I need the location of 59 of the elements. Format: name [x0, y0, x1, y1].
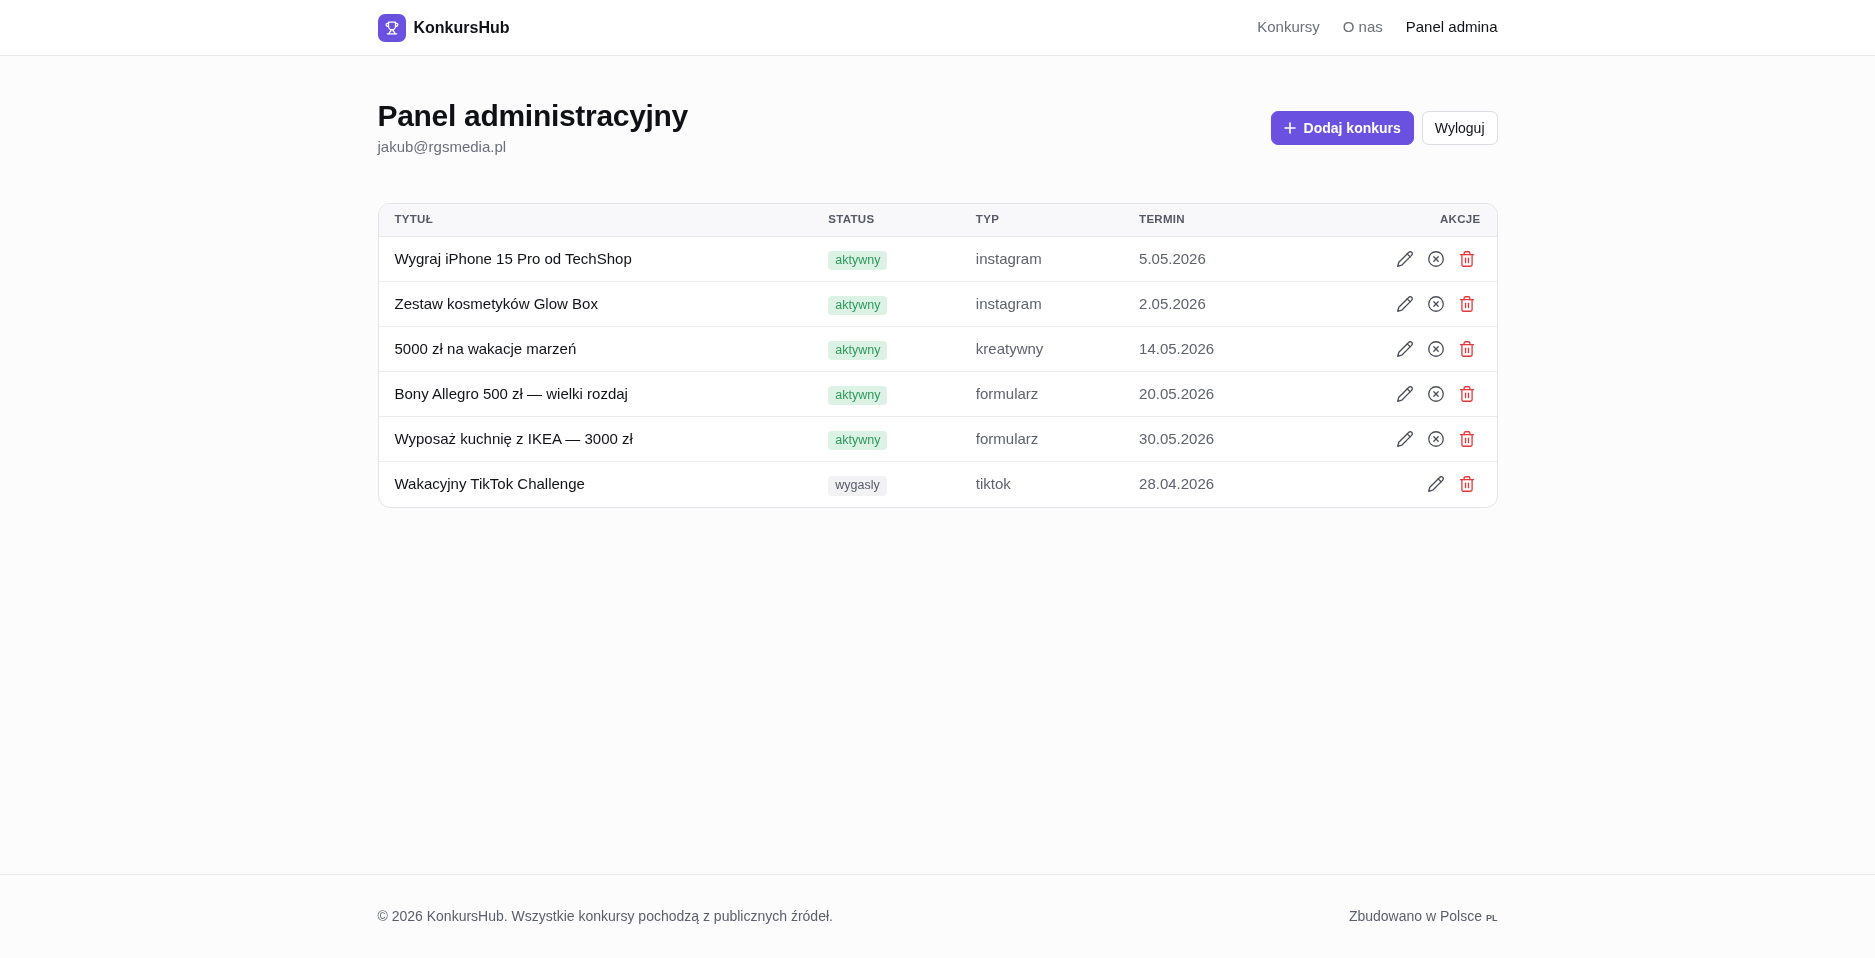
logout-button[interactable]: Wyloguj: [1421, 111, 1498, 145]
page-title: Panel administracyjny: [377, 98, 688, 134]
user-email: jakub@rgsmedia.pl: [377, 137, 508, 157]
contest-type: formularz: [959, 371, 1124, 417]
column-header: AKCJE: [1301, 203, 1497, 237]
pencil-icon[interactable]: [1396, 386, 1413, 402]
contest-type: kreatywny: [959, 326, 1124, 372]
deadline-date: 28.04.2026: [1123, 461, 1302, 507]
status-badge: aktywny: [828, 250, 888, 271]
plus-icon: [1283, 122, 1296, 134]
deadline-date: 5.05.2026: [1123, 236, 1302, 282]
pencil-icon[interactable]: [1396, 431, 1413, 447]
nav-link[interactable]: O nas: [1342, 16, 1383, 39]
trash-icon[interactable]: [1458, 296, 1475, 312]
brand-name[interactable]: KonkursHub: [413, 15, 510, 40]
contest-type: tiktok: [959, 461, 1124, 507]
built-in-text: Zbudowano w Polsce: [1348, 907, 1482, 926]
close-icon[interactable]: [1427, 251, 1444, 267]
country-code: PL: [1486, 912, 1498, 925]
trophy-icon: [377, 13, 406, 42]
nav-link[interactable]: Konkursy: [1257, 16, 1320, 39]
contest-title: Wyposaż kuchnię z IKEA — 3000 zł: [378, 416, 813, 462]
trash-icon[interactable]: [1458, 251, 1475, 267]
trash-icon[interactable]: [1458, 341, 1475, 357]
copyright-text: © 2026 KonkursHub. Wszystkie konkursy pochodzą z publicznych źródeł.: [377, 907, 833, 926]
column-header: STATUS: [812, 203, 960, 237]
nav-link[interactable]: Panel admina: [1405, 16, 1498, 39]
pencil-icon[interactable]: [1427, 476, 1444, 493]
trash-icon[interactable]: [1458, 386, 1475, 402]
add-contest-button[interactable]: Dodaj konkurs: [1270, 111, 1414, 145]
contest-title: 5000 zł na wakacje marzeń: [378, 326, 813, 372]
pencil-icon[interactable]: [1396, 251, 1413, 267]
deadline-date: 30.05.2026: [1123, 416, 1302, 462]
status-badge: aktywny: [828, 295, 888, 316]
status-badge: wygasly: [828, 475, 887, 496]
deadline-date: 20.05.2026: [1123, 371, 1302, 417]
column-header: TERMIN: [1123, 203, 1302, 237]
contest-title: Wakacyjny TikTok Challenge: [378, 461, 813, 507]
column-header: TYP: [959, 203, 1124, 237]
column-header: TYTUŁ: [378, 203, 813, 237]
pencil-icon[interactable]: [1396, 296, 1413, 312]
status-badge: aktywny: [828, 340, 888, 361]
deadline-date: 2.05.2026: [1123, 281, 1302, 327]
close-icon[interactable]: [1427, 296, 1444, 312]
close-icon[interactable]: [1427, 431, 1444, 447]
status-badge: aktywny: [828, 385, 888, 406]
pencil-icon[interactable]: [1396, 341, 1413, 357]
contest-title: Zestaw kosmetyków Glow Box: [378, 281, 813, 327]
contest-type: formularz: [959, 416, 1124, 462]
trash-icon[interactable]: [1458, 476, 1475, 493]
close-icon[interactable]: [1427, 386, 1444, 402]
contest-title: Wygraj iPhone 15 Pro od TechShop: [378, 236, 813, 282]
deadline-date: 14.05.2026: [1123, 326, 1302, 372]
close-icon[interactable]: [1427, 341, 1444, 357]
contest-title: Bony Allegro 500 zł — wielki rozdaj: [378, 371, 813, 417]
contest-type: instagram: [959, 236, 1124, 282]
trash-icon[interactable]: [1458, 431, 1475, 447]
status-badge: aktywny: [828, 430, 888, 451]
contest-type: instagram: [959, 281, 1124, 327]
